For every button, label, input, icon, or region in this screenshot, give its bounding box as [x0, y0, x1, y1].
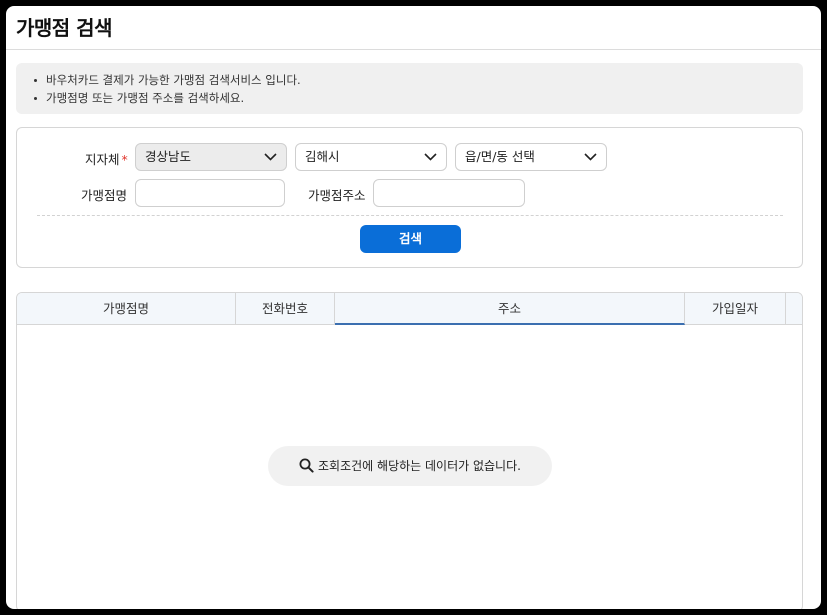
city-select[interactable]: 김해시 — [295, 143, 447, 171]
results-table: 가맹점명 전화번호 주소 가입일자 조회조건에 해당하는 데이터가 없습니다. — [16, 292, 803, 609]
district-select-value: 읍/면/동 선택 — [465, 149, 535, 164]
store-address-label: 가맹점주소 — [308, 188, 366, 203]
info-line: 바우처카드 결제가 가능한 가맹점 검색서비스 입니다. — [34, 71, 803, 89]
column-header-join-date[interactable]: 가입일자 — [685, 293, 786, 325]
province-select-value: 경상남도 — [145, 149, 192, 164]
divider — [37, 215, 783, 216]
search-button[interactable]: 검색 — [360, 225, 461, 253]
table-header: 가맹점명 전화번호 주소 가입일자 — [17, 293, 802, 325]
store-name-label: 가맹점명 — [81, 188, 128, 203]
store-name-input[interactable] — [135, 179, 285, 207]
required-mark: * — [121, 152, 128, 167]
empty-state-message: 조회조건에 해당하는 데이터가 없습니다. — [268, 446, 552, 486]
chevron-down-icon — [424, 153, 437, 161]
region-label-text: 지자체 — [85, 152, 120, 167]
page-window: 가맹점 검색 바우처카드 결제가 가능한 가맹점 검색서비스 입니다. 가맹점명… — [6, 6, 821, 609]
column-header-store-name[interactable]: 가맹점명 — [17, 293, 236, 325]
district-select[interactable]: 읍/면/동 선택 — [455, 143, 607, 171]
column-header-phone[interactable]: 전화번호 — [236, 293, 335, 325]
city-select-value: 김해시 — [305, 149, 340, 164]
chevron-down-icon — [584, 153, 597, 161]
column-header-address[interactable]: 주소 — [335, 293, 685, 325]
page-title: 가맹점 검색 — [16, 16, 112, 40]
info-line: 가맹점명 또는 가맹점 주소를 검색하세요. — [34, 89, 803, 107]
info-box: 바우처카드 결제가 가능한 가맹점 검색서비스 입니다. 가맹점명 또는 가맹점… — [16, 63, 803, 114]
search-panel: 지자체 * 경상남도 김해시 읍/면/동 선택 가맹점명 가맹점주소 검색 — [16, 127, 803, 268]
province-select[interactable]: 경상남도 — [135, 143, 287, 171]
chevron-down-icon — [264, 153, 277, 161]
title-bar: 가맹점 검색 — [6, 6, 821, 50]
store-address-input[interactable] — [373, 179, 525, 207]
search-icon — [299, 458, 314, 473]
region-label: 지자체 * — [85, 149, 128, 168]
empty-state-text: 조회조건에 해당하는 데이터가 없습니다. — [318, 459, 521, 473]
